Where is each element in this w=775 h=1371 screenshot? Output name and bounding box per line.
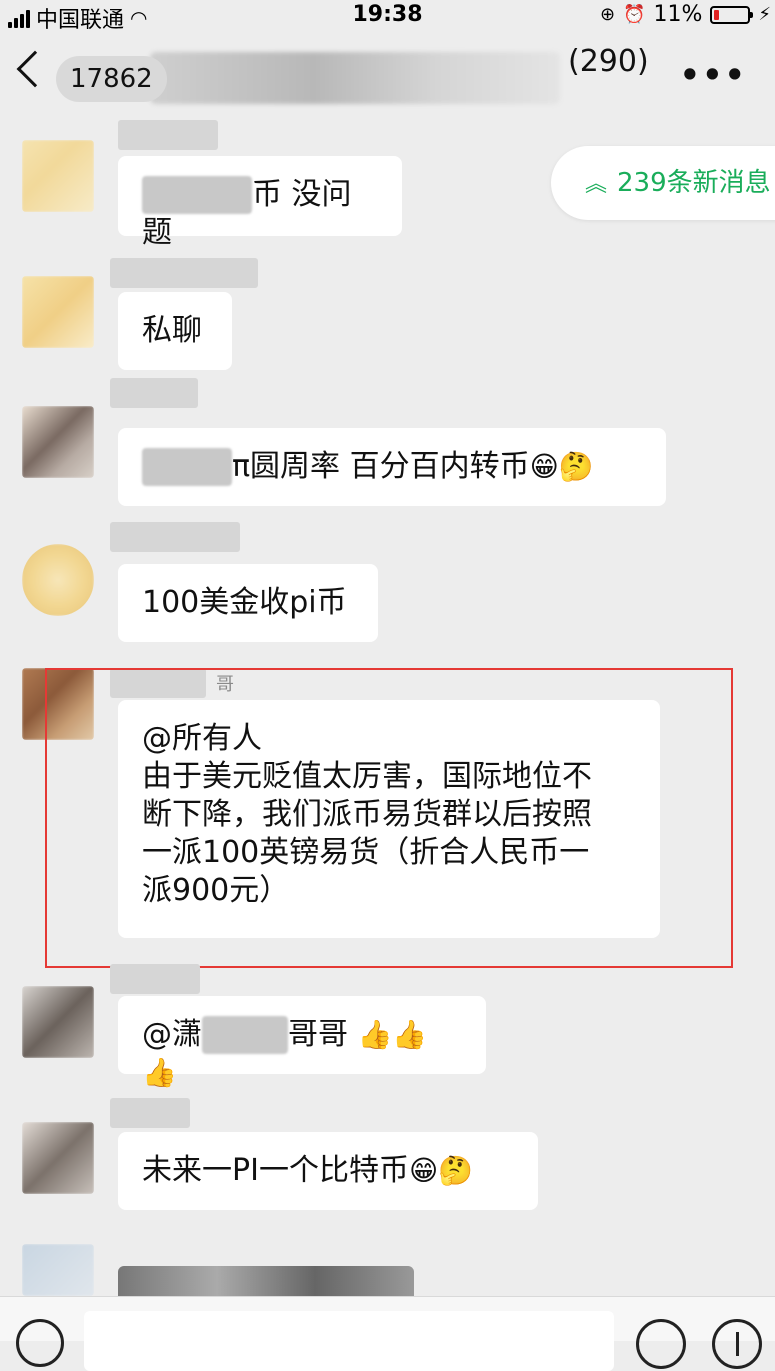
message-text: 哥哥 [288,1017,348,1052]
message-text: 未来一PI一个比特币 [142,1153,409,1188]
member-count: (290) [568,44,649,79]
plus-icon[interactable] [712,1319,762,1369]
highlight-annotation-box [45,668,733,968]
redacted-title [150,52,560,104]
redacted-text [202,1016,288,1054]
new-messages-button[interactable]: ︽ 239条新消息 [551,146,775,220]
message-text: π圆周率 百分百内转币 [232,449,530,484]
message-text: 100美金收pi币 [142,585,347,620]
avatar[interactable] [22,140,94,212]
input-bar [0,1296,775,1371]
avatar[interactable] [22,1244,94,1296]
chat-header: 17862 (290) ••• [0,34,775,114]
redacted-text [142,448,232,486]
chat-bubble[interactable]: 币 没问题 [118,156,402,250]
emoji-picker-icon[interactable] [636,1319,686,1369]
new-messages-label: 239条新消息 [617,168,771,198]
avatar[interactable] [22,276,94,348]
avatar[interactable] [22,406,94,478]
message-input[interactable] [84,1311,614,1371]
message-text: 私聊 [142,313,202,348]
chat-bubble[interactable]: 100美金收pi币 [118,564,378,642]
battery-icon [710,5,754,24]
avatar[interactable] [22,986,94,1058]
double-chevron-up-icon: ︽ [585,172,608,197]
more-options-icon[interactable]: ••• [680,56,747,94]
battery-percent: 11% [653,2,703,27]
emoji-grin-thinking-icon: 😁🤔 [529,450,594,483]
back-chevron-icon[interactable] [16,50,54,88]
chat-bubble[interactable]: 私聊 [118,292,232,370]
charging-icon: ⚡ [758,4,771,25]
status-bar: 中国联通 ◠ 19:38 ⊕ ⏰ 11% ⚡ [0,0,775,34]
avatar[interactable] [22,544,94,616]
alarm-icon: ⏰ [623,4,646,25]
voice-input-icon[interactable] [16,1319,64,1367]
mention-text: @潇 [142,1017,202,1052]
chat-title[interactable]: 17862 [56,56,167,102]
chat-bubble[interactable]: π圆周率 百分百内转币😁🤔 [118,428,666,506]
chat-bubble[interactable]: 未来一PI一个比特币😁🤔 [118,1132,538,1210]
orientation-lock-icon: ⊕ [599,4,616,25]
avatar[interactable] [22,1122,94,1194]
redacted-text [142,176,252,214]
chat-bubble[interactable]: @潇 哥哥 👍👍👍 [118,996,486,1089]
emoji-grin-thinking-icon: 😁🤔 [408,1154,474,1187]
